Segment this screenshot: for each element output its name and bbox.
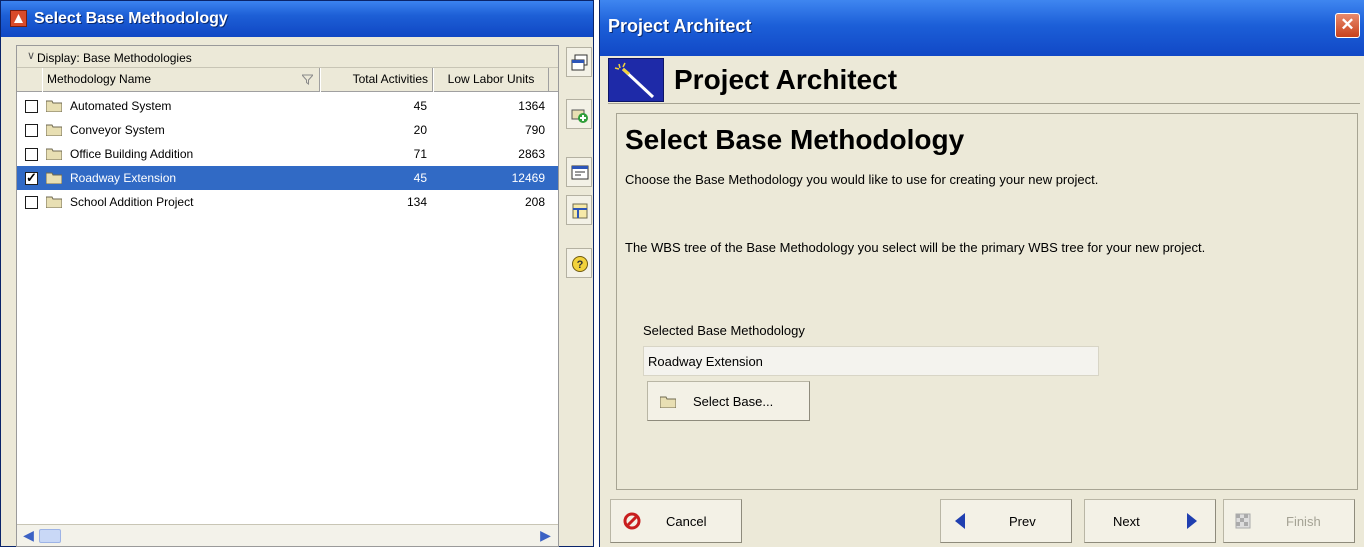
table-row[interactable]: School Addition Project 134 208 <box>17 190 558 214</box>
select-base-methodology-window: Select Base Methodology ∨ Display: Base … <box>0 0 594 547</box>
cancel-icon <box>623 512 641 530</box>
row-total-activities: 134 <box>406 195 427 209</box>
table-row[interactable]: Automated System 45 1364 <box>17 94 558 118</box>
properties-icon <box>571 165 589 180</box>
select-base-button[interactable]: Select Base... <box>647 381 810 421</box>
side-toolbar: ? <box>564 45 594 545</box>
filter-icon[interactable] <box>302 74 313 85</box>
display-group-row[interactable]: ∨ Display: Base Methodologies <box>17 46 558 68</box>
methodology-grid: ∨ Display: Base Methodologies Methodolog… <box>16 45 559 547</box>
row-name: Automated System <box>70 99 172 113</box>
magic-wand-icon <box>608 58 664 102</box>
display-label: Display: Base Methodologies <box>37 51 192 65</box>
row-total-activities: 71 <box>413 147 427 161</box>
right-window-title: Project Architect <box>608 16 752 36</box>
right-title-bar[interactable]: Project Architect ✕ <box>600 0 1364 56</box>
header-title: Project Architect <box>674 64 898 95</box>
row-low-labor-units: 1364 <box>518 99 545 113</box>
arrow-right-icon <box>1187 513 1197 529</box>
column-header-row: Methodology Name Total Activities Low La… <box>17 68 558 92</box>
close-button[interactable]: ✕ <box>1335 13 1360 38</box>
row-total-activities: 20 <box>413 123 427 137</box>
next-label: Next <box>1113 514 1140 529</box>
table-row[interactable]: Office Building Addition 71 2863 <box>17 142 558 166</box>
properties-button[interactable] <box>566 157 592 187</box>
selected-base-methodology-field[interactable] <box>643 346 1099 376</box>
row-name: Roadway Extension <box>70 171 177 185</box>
scroll-thumb[interactable] <box>39 529 61 543</box>
open-window-button[interactable] <box>566 47 592 77</box>
table-row-selected[interactable]: Roadway Extension 45 12469 <box>17 166 558 190</box>
row-low-labor-units: 208 <box>524 195 545 209</box>
open-window-icon <box>571 54 588 71</box>
cancel-button[interactable]: Cancel <box>610 499 742 543</box>
column-header-low-labor-units[interactable]: Low Labor Units <box>433 68 549 92</box>
layout-button[interactable] <box>566 195 592 225</box>
finish-button[interactable]: Finish <box>1223 499 1355 543</box>
row-low-labor-units: 790 <box>524 123 545 137</box>
row-checkbox[interactable] <box>25 148 38 161</box>
left-window-title: Select Base Methodology <box>34 10 228 27</box>
add-icon <box>571 109 588 123</box>
folder-icon <box>660 396 676 408</box>
checkered-flag-icon <box>1235 513 1251 529</box>
row-low-labor-units: 12469 <box>511 171 545 185</box>
chevron-down-icon[interactable]: ∨ <box>27 49 35 62</box>
selected-base-methodology-label: Selected Base Methodology <box>643 323 805 338</box>
prev-button[interactable]: Prev <box>940 499 1072 543</box>
wizard-header: Project Architect <box>608 56 1360 104</box>
wizard-content: Select Base Methodology Choose the Base … <box>616 113 1358 490</box>
next-button[interactable]: Next <box>1084 499 1216 543</box>
prev-label: Prev <box>1009 514 1036 529</box>
row-checkbox[interactable] <box>25 100 38 113</box>
help-button[interactable]: ? <box>566 248 592 278</box>
row-name: Conveyor System <box>70 123 165 137</box>
help-icon: ? <box>572 256 588 272</box>
row-total-activities: 45 <box>413 171 427 185</box>
wbs-description: The WBS tree of the Base Methodology you… <box>625 240 1206 255</box>
folder-icon <box>46 196 62 208</box>
table-row[interactable]: Conveyor System 20 790 <box>17 118 558 142</box>
project-architect-window: Project Architect ✕ Project Architect Se… <box>599 0 1364 547</box>
scroll-left-arrow-icon[interactable]: ◀ <box>20 528 37 545</box>
folder-icon <box>46 100 62 112</box>
folder-icon <box>46 148 62 160</box>
row-checkbox-checked[interactable] <box>25 170 38 186</box>
folder-icon <box>46 124 62 136</box>
step-title: Select Base Methodology <box>625 124 965 155</box>
cancel-label: Cancel <box>666 514 707 529</box>
column-header-total-activities[interactable]: Total Activities <box>320 68 433 92</box>
row-name: Office Building Addition <box>70 147 194 161</box>
close-icon: ✕ <box>1340 15 1355 34</box>
svg-text:?: ? <box>577 259 584 271</box>
layout-icon <box>572 203 588 219</box>
row-total-activities: 45 <box>413 99 427 113</box>
step-description: Choose the Base Methodology you would li… <box>625 172 1099 187</box>
horizontal-scrollbar[interactable]: ◀ ▶ <box>17 524 558 546</box>
row-checkbox[interactable] <box>25 196 38 209</box>
add-button[interactable] <box>566 99 592 129</box>
finish-label: Finish <box>1286 514 1321 529</box>
left-title-bar[interactable]: Select Base Methodology <box>1 1 593 37</box>
arrow-left-icon <box>955 513 965 529</box>
column-header-methodology-name[interactable]: Methodology Name <box>42 68 320 92</box>
scroll-right-arrow-icon[interactable]: ▶ <box>537 528 554 545</box>
row-low-labor-units: 2863 <box>518 147 545 161</box>
select-base-label: Select Base... <box>693 394 774 409</box>
row-name: School Addition Project <box>70 195 194 209</box>
folder-icon <box>46 172 62 184</box>
row-checkbox[interactable] <box>25 124 38 137</box>
app-icon <box>10 10 27 27</box>
